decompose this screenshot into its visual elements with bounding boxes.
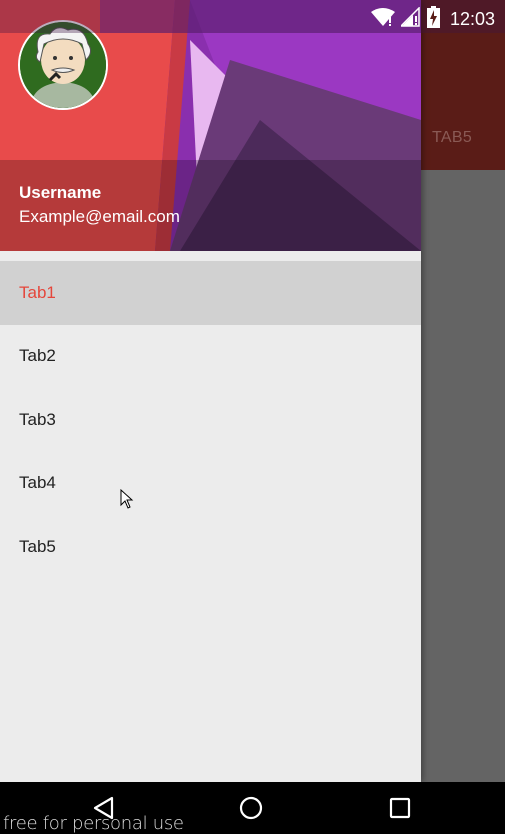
drawer-header: Username Example@email.com [0,0,421,251]
navigation-drawer: Username Example@email.com Tab1 Tab2 Tab… [0,0,421,782]
watermark-text: free for personal use [3,813,184,834]
status-bar: 12:03 [0,0,505,33]
signal-icon [399,6,421,32]
drawer-item-tab4[interactable]: Tab4 [0,452,421,516]
drawer-menu: Tab1 Tab2 Tab3 Tab4 Tab5 [0,261,421,579]
drawer-item-tab2[interactable]: Tab2 [0,325,421,389]
mouse-cursor-icon [120,488,134,514]
drawer-item-tab3[interactable]: Tab3 [0,388,421,452]
home-icon[interactable] [239,796,263,825]
drawer-item-tab1[interactable]: Tab1 [0,261,421,325]
wifi-icon [370,7,395,32]
status-time: 12:03 [449,9,495,29]
recents-icon[interactable] [388,796,412,825]
avatar[interactable] [18,20,108,110]
app-tab-label[interactable]: TAB5 [432,129,472,147]
battery-charging-icon [426,6,440,33]
username: Username [19,183,102,202]
drawer-item-tab5[interactable]: Tab5 [0,515,421,579]
user-email: Example@email.com [19,207,180,226]
